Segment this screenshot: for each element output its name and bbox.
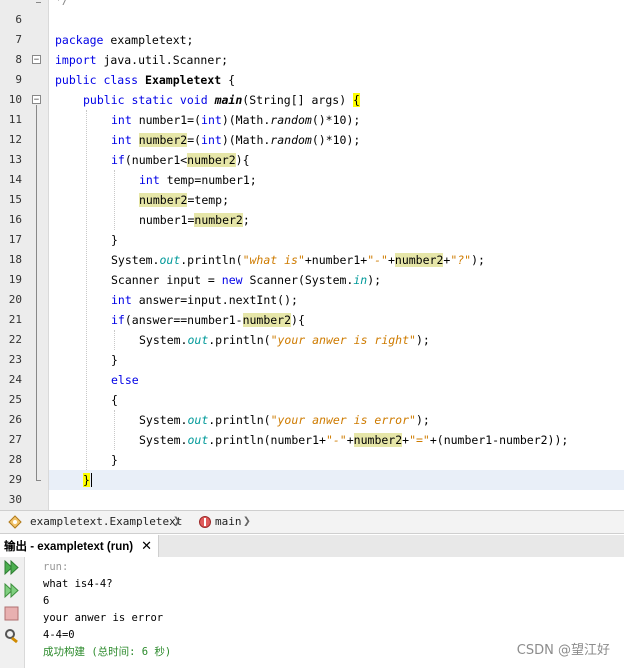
chevron-right-icon[interactable]: ❯ <box>243 514 251 529</box>
code-line: { <box>111 393 118 407</box>
line-number: 13 <box>8 153 22 166</box>
stop-icon[interactable] <box>3 605 20 622</box>
line-number: 18 <box>8 253 22 266</box>
indent-guide <box>114 170 115 230</box>
breadcrumb: exampletext.Exampletext ❯ main ❯ <box>0 510 624 534</box>
line-number: 15 <box>8 193 22 206</box>
code-line: } <box>111 453 118 467</box>
line-number: 22 <box>8 333 22 346</box>
line-number: 24 <box>8 373 22 386</box>
indent-guide <box>86 110 87 470</box>
output-line: 6 <box>43 595 50 607</box>
code-line: } <box>111 353 118 367</box>
breadcrumb-class[interactable]: exampletext.Exampletext <box>30 515 182 528</box>
output-line: your anwer is error <box>43 612 164 624</box>
line-number: 26 <box>8 413 22 426</box>
fold-end-marker <box>36 480 41 481</box>
code-line: System.out.println("your anwer is error"… <box>139 413 430 427</box>
code-line: System.out.println("your anwer is right"… <box>139 333 430 347</box>
output-line-success: 成功构建 (总时间: 6 秒) <box>43 646 172 658</box>
line-number: 28 <box>8 453 22 466</box>
fold-collapse-icon[interactable]: − <box>32 95 41 105</box>
fold-end-marker <box>36 2 41 3</box>
code-editor[interactable]: 6 7 8 9 10 11 12 13 14 15 16 17 18 19 20… <box>0 0 624 510</box>
code-line: number1=number2; <box>139 213 250 227</box>
fold-guide-line <box>36 105 37 480</box>
line-number: 30 <box>8 493 22 506</box>
output-tab-bar: 输出 - exampletext (run) ✕ <box>0 535 624 558</box>
close-icon[interactable]: ✕ <box>141 538 152 553</box>
rerun-with-params-icon[interactable] <box>3 582 20 599</box>
line-number: 25 <box>8 393 22 406</box>
line-number: 27 <box>8 433 22 446</box>
code-line: package exampletext; <box>55 33 194 47</box>
code-line: public static void main(String[] args) { <box>83 93 360 107</box>
method-icon <box>199 516 211 528</box>
code-line: int number2=(int)(Math.random()*10); <box>111 133 361 147</box>
output-line: run: <box>43 561 69 573</box>
line-number: 16 <box>8 213 22 226</box>
indent-guide <box>114 410 115 450</box>
code-line: } <box>83 473 92 487</box>
line-number: 19 <box>8 273 22 286</box>
line-number: 9 <box>15 73 22 86</box>
output-line: what is4-4? <box>43 578 113 590</box>
code-line: int number1=(int)(Math.random()*10); <box>111 113 361 127</box>
fold-collapse-icon[interactable]: − <box>32 55 41 65</box>
line-number: 29 <box>8 473 22 486</box>
output-toolbar <box>0 557 25 668</box>
code-line: else <box>111 373 139 387</box>
code-line: Scanner input = new Scanner(System.in); <box>111 273 382 287</box>
tab-output[interactable]: 输出 - exampletext (run) ✕ <box>0 535 159 557</box>
line-number: 11 <box>8 113 22 126</box>
code-line: if(number1<number2){ <box>111 153 250 167</box>
breadcrumb-method[interactable]: main <box>215 515 242 528</box>
line-number: 17 <box>8 233 22 246</box>
tab-label: 输出 - exampletext (run) <box>4 541 134 553</box>
rerun-icon[interactable] <box>3 559 20 576</box>
line-number: 10 <box>8 93 22 106</box>
code-line: } <box>111 233 118 247</box>
line-number: 21 <box>8 313 22 326</box>
code-line: import java.util.Scanner; <box>55 53 229 67</box>
current-line-highlight <box>49 470 624 490</box>
code-line: System.out.println("what is"+number1+"-"… <box>111 253 485 267</box>
code-line: public class Exampletext { <box>55 73 236 87</box>
code-line: */ <box>55 0 69 7</box>
output-line: 4-4=0 <box>43 629 75 641</box>
watermark: CSDN @望江好 <box>516 643 610 658</box>
line-number: 14 <box>8 173 22 186</box>
code-line: if(answer==number1-number2){ <box>111 313 305 327</box>
chevron-right-icon[interactable]: ❯ <box>173 514 181 529</box>
code-line: int answer=input.nextInt(); <box>111 293 298 307</box>
line-number: 23 <box>8 353 22 366</box>
code-line: int temp=number1; <box>139 173 257 187</box>
line-number: 6 <box>15 13 22 26</box>
code-line: number2=temp; <box>139 193 230 207</box>
settings-icon[interactable] <box>3 627 20 644</box>
text-caret <box>90 473 92 487</box>
code-line: System.out.println(number1+"-"+number2+"… <box>139 433 569 447</box>
line-number: 12 <box>8 133 22 146</box>
line-number: 7 <box>15 33 22 46</box>
line-number: 20 <box>8 293 22 306</box>
line-number: 8 <box>15 53 22 66</box>
indent-guide <box>114 330 115 350</box>
class-icon <box>8 515 22 529</box>
